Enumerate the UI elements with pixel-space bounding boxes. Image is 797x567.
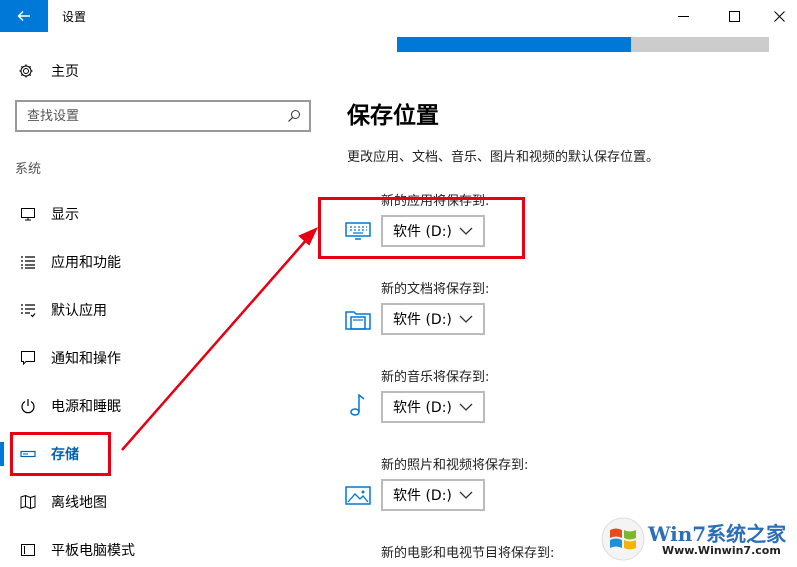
highlight-box-storage: [10, 432, 111, 476]
window-title: 设置: [62, 10, 87, 24]
sidebar-item-label: 默认应用: [51, 303, 107, 319]
tablet-icon: [21, 544, 35, 556]
documents-save-location-dropdown[interactable]: 软件 (D:): [381, 303, 485, 335]
close-button[interactable]: [756, 0, 797, 32]
music-save-location-dropdown[interactable]: 软件 (D:): [381, 391, 485, 423]
main-content: 保存位置 更改应用、文档、音乐、图片和视频的默认保存位置。 新的应用将保存到: …: [328, 32, 797, 567]
save-location-label: 新的照片和视频将保存到:: [381, 458, 529, 473]
dropdown-value: 软件 (D:): [393, 400, 452, 416]
sidebar-item-label: 主页: [51, 64, 79, 80]
save-location-label: 新的电影和电视节目将保存到:: [381, 546, 555, 561]
active-indicator: [0, 442, 4, 466]
list-check-icon: [21, 304, 36, 318]
windows-logo-icon: [601, 517, 645, 561]
sidebar-item-tablet-mode[interactable]: 平板电脑模式: [0, 530, 328, 567]
music-note-icon: [350, 394, 365, 416]
power-icon: [21, 399, 35, 414]
sidebar-item-label: 应用和功能: [51, 255, 121, 271]
minimize-button[interactable]: [660, 0, 706, 32]
dropdown-value: 软件 (D:): [393, 488, 452, 504]
sidebar-item-home[interactable]: 主页: [18, 59, 79, 83]
search-input[interactable]: [27, 106, 277, 126]
sidebar-item-label: 显示: [51, 207, 79, 223]
sidebar-item-label: 平板电脑模式: [51, 543, 135, 559]
close-icon: [773, 10, 785, 22]
sidebar-item-display[interactable]: 显示: [0, 194, 328, 234]
sidebar-item-offline-maps[interactable]: 离线地图: [0, 482, 328, 522]
watermark-text: Win7系统之家: [648, 522, 787, 546]
section-label-system: 系统: [15, 162, 42, 177]
folder-document-icon: [345, 311, 371, 330]
gear-icon: [19, 64, 33, 78]
search-icon[interactable]: [287, 109, 301, 123]
sidebar-item-label: 通知和操作: [51, 351, 121, 367]
highlight-box-apps-location: [318, 197, 525, 259]
storage-usage-fill: [397, 37, 632, 52]
notification-icon: [21, 351, 35, 366]
sidebar-item-power-sleep[interactable]: 电源和睡眠: [0, 386, 328, 426]
sidebar-item-notifications[interactable]: 通知和操作: [0, 338, 328, 378]
section-description: 更改应用、文档、音乐、图片和视频的默认保存位置。: [347, 150, 660, 165]
chevron-down-icon: [459, 403, 473, 411]
search-box[interactable]: [15, 100, 311, 132]
sidebar-item-label: 离线地图: [51, 495, 107, 511]
sidebar: 主页 系统 显示 应用和功能 默认应用 通知和操作 电源和睡眠 存储 离线地图: [0, 32, 328, 567]
chevron-down-icon: [459, 491, 473, 499]
maximize-button[interactable]: [711, 0, 757, 32]
watermark: Win7系统之家 Www.Winwin7.com: [600, 516, 795, 564]
photos-videos-save-location-dropdown[interactable]: 软件 (D:): [381, 479, 485, 511]
watermark-url: Www.Winwin7.com: [662, 544, 781, 557]
chevron-down-icon: [459, 315, 473, 323]
save-location-label: 新的文档将保存到:: [381, 282, 490, 297]
list-icon: [21, 256, 35, 269]
sidebar-item-apps-features[interactable]: 应用和功能: [0, 242, 328, 282]
minimize-icon: [677, 15, 689, 17]
section-title: 保存位置: [347, 103, 439, 129]
arrow-left-icon: [17, 11, 30, 21]
picture-icon: [345, 486, 371, 505]
map-icon: [20, 494, 36, 510]
storage-usage-bar: [397, 37, 769, 52]
sidebar-item-label: 电源和睡眠: [51, 399, 121, 415]
dropdown-value: 软件 (D:): [393, 312, 452, 328]
back-button[interactable]: [0, 0, 48, 32]
save-location-label: 新的音乐将保存到:: [381, 370, 490, 385]
title-bar: 设置: [0, 0, 797, 32]
maximize-icon: [728, 10, 740, 22]
monitor-icon: [21, 208, 35, 221]
sidebar-item-default-apps[interactable]: 默认应用: [0, 290, 328, 330]
